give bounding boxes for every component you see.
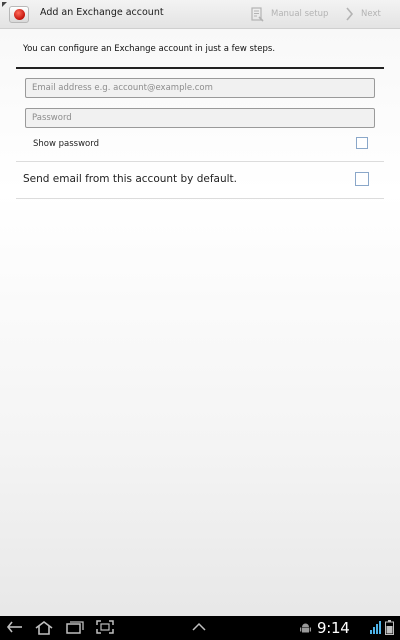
email-field[interactable] bbox=[25, 78, 375, 98]
screenshot-icon[interactable] bbox=[96, 620, 114, 634]
menu-corner-indicator bbox=[2, 2, 7, 7]
exchange-logo-dot bbox=[14, 9, 25, 20]
manual-setup-label: Manual setup bbox=[271, 9, 329, 19]
manual-setup-button[interactable]: Manual setup bbox=[251, 5, 328, 23]
default-account-checkbox[interactable] bbox=[355, 172, 369, 186]
intro-divider bbox=[16, 67, 384, 69]
status-time: 9:14 bbox=[317, 619, 350, 637]
chevron-right-icon bbox=[346, 7, 354, 21]
next-label: Next bbox=[361, 9, 381, 19]
default-account-label: Send email from this account by default. bbox=[23, 173, 238, 185]
next-button[interactable]: Next bbox=[345, 5, 381, 23]
signal-icon bbox=[370, 621, 381, 634]
divider bbox=[16, 198, 384, 199]
battery-icon bbox=[385, 620, 394, 635]
page-title: Add an Exchange account bbox=[40, 7, 164, 18]
intro-text: You can configure an Exchange account in… bbox=[23, 44, 276, 54]
password-field[interactable] bbox=[25, 108, 375, 128]
recent-apps-icon[interactable] bbox=[66, 620, 84, 634]
back-icon[interactable] bbox=[6, 620, 24, 634]
system-nav-bar: 9:14 bbox=[0, 616, 400, 640]
manual-setup-icon bbox=[251, 6, 264, 22]
action-bar: Add an Exchange account Manual setup Nex… bbox=[0, 0, 400, 29]
divider bbox=[16, 161, 384, 162]
android-debug-icon bbox=[300, 623, 311, 633]
show-password-checkbox[interactable] bbox=[356, 137, 368, 149]
home-icon[interactable] bbox=[34, 620, 54, 635]
show-password-label: Show password bbox=[33, 139, 99, 149]
exchange-app-icon[interactable] bbox=[9, 6, 29, 23]
chevron-up-icon[interactable] bbox=[192, 622, 206, 631]
